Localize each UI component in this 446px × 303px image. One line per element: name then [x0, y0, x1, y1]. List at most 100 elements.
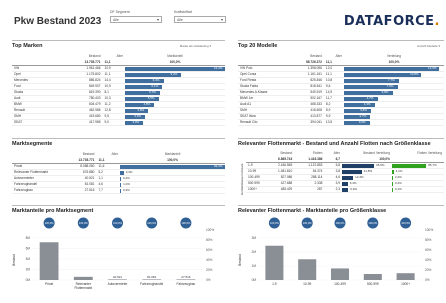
- y2-tick-label: 0%: [425, 278, 430, 282]
- share-label: 0,3%: [123, 187, 130, 192]
- x-tick-label: 1-9: [272, 282, 277, 286]
- x-tick-label: Flottenmarkt: [74, 286, 92, 290]
- bestand-share-bar: [342, 175, 354, 180]
- fuel-filter[interactable]: Kraftstoffart Alle: [174, 10, 226, 23]
- y-tick-label: 8M: [26, 236, 31, 240]
- table-row[interactable]: Renault Clio 394.041 10,5 3,6%: [238, 119, 444, 126]
- value-label: 27.516: [181, 275, 191, 279]
- column-bar[interactable]: [142, 279, 162, 280]
- y2-tick-label: 100%: [206, 228, 214, 232]
- value-label: 40.521: [113, 275, 123, 279]
- share-badge-label: 100,0%: [113, 221, 122, 225]
- groessen-chart-panel: Relevanter Flottenmarkt - Marktanteile p…: [238, 205, 444, 301]
- share-badge-label: 100,0%: [79, 221, 88, 225]
- share-label: 0,4%: [123, 175, 130, 180]
- table-row[interactable]: 1000+ 485.429 287 2,3 6,9% 0,1%: [246, 186, 444, 193]
- top-marken-panel: Top Marken Marke als Hotlabeling ▾ Besta…: [12, 40, 225, 128]
- row-alter: 10,5: [323, 119, 344, 126]
- column-bar[interactable]: [73, 276, 93, 280]
- page-title: Pkw Bestand 2023: [14, 16, 102, 27]
- segment-chart: Bestand 0M 2M 4M 6M 8M 0% 20% 40% 60% 80% 100% 100,0…: [12, 217, 214, 290]
- fuel-filter-label: Kraftstoffart: [174, 10, 193, 14]
- table-row[interactable]: Fahrzeugbau 27.516 7,7 0,3%: [12, 187, 225, 194]
- y2-tick-label: 100%: [425, 228, 433, 232]
- column-bar[interactable]: [108, 279, 127, 280]
- bestand-share-bar: [342, 187, 349, 192]
- flotten-share-label: 2,2%: [395, 174, 402, 179]
- share-label: 3,6%: [358, 119, 366, 124]
- y2-tick-label: 0%: [206, 278, 211, 282]
- column-bar[interactable]: [396, 273, 415, 280]
- share-label: 13,3%: [428, 65, 437, 70]
- row-bestand: 27.516: [52, 187, 97, 194]
- share-label: 3,3%: [125, 169, 133, 174]
- x-tick-label: 100-499: [334, 282, 346, 286]
- y-axis-label: Bestand: [238, 254, 242, 266]
- share-badge-label: 100,0%: [401, 221, 410, 225]
- flotten-share-label: 4,1%: [395, 168, 403, 173]
- share-label: 3,3%: [134, 113, 142, 118]
- y2-tick-label: 60%: [425, 248, 432, 252]
- x-tick-label: 500-999: [367, 282, 379, 286]
- column-bar[interactable]: [176, 279, 196, 280]
- segment-chart-panel: Marktanteile pro Marktsegment Bestand 0M 2…: [12, 205, 225, 301]
- row-name: Fahrzeugbau: [12, 187, 52, 194]
- y-axis-label: Bestand: [12, 254, 16, 266]
- share-label: 7,5%: [386, 83, 394, 88]
- fuel-filter-select[interactable]: Alle: [174, 16, 226, 23]
- y-tick-label: 0M: [26, 278, 31, 282]
- y-tick-label: 3M: [252, 236, 257, 240]
- y2-tick-label: 60%: [206, 248, 213, 252]
- model-count-control[interactable]: Anzahl Modelle ▾: [417, 44, 440, 48]
- share-label: 3,7%: [359, 113, 367, 118]
- share-label: 3,0%: [132, 119, 140, 124]
- share-bar: [344, 108, 372, 113]
- top-modelle-panel: Top 20 Modelle Anzahl Modelle ▾ Bestand A…: [238, 40, 444, 128]
- x-tick-label: Fahrzeugbau: [177, 282, 196, 286]
- flotten-share-bar: [392, 175, 393, 180]
- y-tick-label: 6M: [26, 247, 31, 251]
- marktsegmente-table: Bestand Alter Marktanteil 13.735.771 11,1 100…: [12, 151, 225, 194]
- row-alter: 7,7: [96, 187, 120, 194]
- share-badge-label: 100,0%: [147, 221, 156, 225]
- y-tick-label: 1M: [252, 264, 257, 268]
- row-name: 1000+: [246, 186, 264, 193]
- column-bar[interactable]: [39, 242, 59, 280]
- flotten-share-label: 85,7%: [428, 162, 437, 167]
- share-badge-label: 100,0%: [45, 221, 54, 225]
- y2-tick-label: 20%: [206, 268, 213, 272]
- x-tick-label: Privat: [45, 282, 53, 286]
- segment-filter-select[interactable]: Alle: [110, 16, 162, 23]
- segment-filter-label: DF Segment: [110, 10, 130, 14]
- bestand-share-label: 6,9%: [350, 186, 358, 191]
- share-badge-label: 100,0%: [270, 221, 279, 225]
- dataforce-logo: DATAFORCE.: [343, 14, 440, 29]
- table-row[interactable]: SEAT 417.985 9,0 3,0%: [12, 119, 225, 126]
- top-marken-table: Bestand Alter Marktanteil 13.735.771 11,1 100…: [12, 53, 225, 126]
- column-bar[interactable]: [363, 274, 382, 280]
- share-badge-label: 100,0%: [368, 221, 377, 225]
- share-label: 6,3%: [152, 77, 160, 82]
- flotten-share-bar: [392, 181, 393, 186]
- share-bar: [120, 188, 121, 193]
- column-bar[interactable]: [265, 245, 284, 280]
- y2-tick-label: 40%: [206, 258, 213, 262]
- segment-filter[interactable]: DF Segment Alle: [110, 10, 162, 23]
- y2-tick-label: 80%: [206, 238, 213, 242]
- bestand-share-label: 12,4%: [355, 174, 364, 179]
- column-bar[interactable]: [298, 259, 317, 280]
- x-tick-label: Fahrzeughandel: [140, 282, 163, 286]
- row-alter: 9,0: [102, 119, 125, 126]
- y2-tick-label: 40%: [425, 258, 432, 262]
- share-bar: [344, 66, 439, 71]
- column-bar[interactable]: [330, 268, 350, 280]
- share-label: 5,7%: [148, 89, 156, 94]
- value-label: 81.081: [147, 275, 157, 279]
- hotlabel-control[interactable]: Marke als Hotlabeling ▾: [180, 44, 211, 48]
- marktsegmente-title: Marktsegmente: [12, 141, 53, 147]
- flotten-share-bar: [392, 169, 394, 174]
- bestand-share-bar: [342, 169, 362, 174]
- bestand-share-label: 35,6%: [376, 162, 385, 167]
- share-label: 6,1%: [151, 83, 159, 88]
- row-alter: 2,3: [324, 186, 342, 193]
